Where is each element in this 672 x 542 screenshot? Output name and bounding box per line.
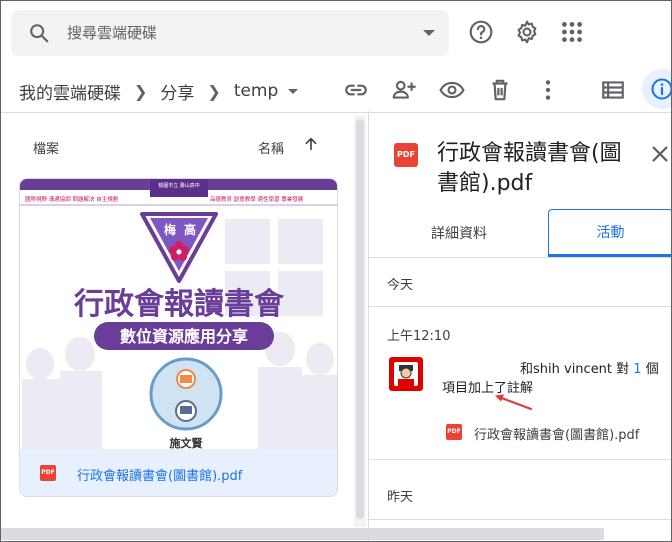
help-icon[interactable] bbox=[468, 19, 494, 45]
more-vert-icon[interactable] bbox=[535, 77, 561, 103]
activity-file-link[interactable]: 行政會報讀書會(圖書館).pdf bbox=[474, 424, 639, 443]
file-card-name[interactable]: 行政會報讀書會(圖書館).pdf bbox=[77, 465, 242, 484]
breadcrumb-current-folder[interactable]: temp bbox=[234, 81, 278, 101]
person-icon bbox=[398, 365, 414, 386]
search-icon[interactable] bbox=[28, 22, 50, 44]
thumbnail-banner-right: 品德教育 創意教學 適性學習 專業發展 bbox=[210, 195, 304, 203]
chevron-right-icon: ❯ bbox=[207, 81, 221, 101]
search-input[interactable] bbox=[67, 22, 397, 44]
section-yesterday: 昨天 bbox=[387, 490, 414, 505]
preview-eye-icon[interactable] bbox=[439, 77, 465, 103]
section-divider bbox=[369, 306, 671, 307]
pdf-file-icon: PDF bbox=[40, 465, 56, 481]
thumbnail-title: 行政會報讀書會 bbox=[73, 287, 285, 322]
thumbnail-logo-char-1: 梅 bbox=[164, 222, 176, 237]
thumbnail-subtitle: 數位資源應用分享 bbox=[120, 327, 248, 346]
horizontal-scrollbar[interactable] bbox=[1, 528, 604, 540]
add-person-icon[interactable] bbox=[391, 77, 417, 103]
left-pane-vertical-scrollbar[interactable] bbox=[354, 115, 366, 527]
thumbnail-logo-char-2: 高 bbox=[184, 222, 196, 237]
activity-file-pdf-icon: PDF bbox=[446, 424, 462, 440]
apps-grid-icon[interactable] bbox=[559, 19, 585, 45]
breadcrumb: 我的雲端硬碟 ❯ 分享 ❯ temp bbox=[19, 77, 299, 105]
search-bar[interactable] bbox=[11, 10, 449, 56]
activity-actor-text: 和shih vincent 對 1 個 bbox=[520, 358, 659, 377]
tabs-divider bbox=[369, 257, 671, 258]
info-icon bbox=[651, 78, 671, 100]
settings-icon[interactable] bbox=[514, 19, 540, 45]
thumbnail-school-tag: 桃園市立 壽山高中 bbox=[158, 182, 200, 189]
breadcrumb-my-drive[interactable]: 我的雲端硬碟 bbox=[19, 79, 121, 104]
details-panel-divider bbox=[368, 111, 369, 541]
column-header-name[interactable]: 名稱 bbox=[258, 138, 284, 157]
activity-time: 上午12:10 bbox=[387, 329, 451, 344]
breadcrumb-shared[interactable]: 分享 bbox=[160, 79, 194, 104]
annotation-arrow bbox=[495, 394, 533, 411]
thumbnail-presenter: 施文賢 bbox=[170, 436, 204, 449]
arrow-up-icon[interactable] bbox=[303, 136, 319, 152]
thumbnail-banner-left: 國際視野 溝通協調 問題解決 自主規劃 bbox=[25, 195, 119, 203]
info-toggle-button[interactable] bbox=[642, 69, 671, 109]
details-file-title: 行政會報讀書會(圖書館).pdf bbox=[437, 141, 622, 196]
close-icon[interactable] bbox=[649, 143, 671, 165]
avatar-image bbox=[394, 362, 418, 386]
activity-actor-suffix: 個 bbox=[641, 362, 659, 377]
section-today: 今天 bbox=[387, 278, 414, 293]
activity-item-count[interactable]: 1 bbox=[633, 362, 641, 377]
trash-icon[interactable] bbox=[487, 77, 513, 103]
tab-activity-label: 活動 bbox=[596, 225, 625, 241]
drive-window: 我的雲端硬碟 ❯ 分享 ❯ temp 檔案 名稱 bbox=[0, 0, 672, 542]
activity-actor-prefix: 和shih vincent 對 bbox=[520, 362, 634, 377]
folder-menu-chevron-icon[interactable] bbox=[288, 88, 299, 94]
column-header-file: 檔案 bbox=[33, 142, 60, 157]
details-pdf-icon: PDF bbox=[394, 143, 418, 167]
section-divider bbox=[369, 459, 671, 460]
chevron-right-icon: ❯ bbox=[134, 81, 148, 101]
scrollbar-thumb[interactable] bbox=[356, 119, 364, 519]
toolbar-divider bbox=[1, 112, 671, 113]
list-view-icon[interactable] bbox=[600, 77, 626, 103]
tab-details[interactable]: 詳細資料 bbox=[369, 209, 549, 257]
file-thumbnail: 桃園市立 壽山高中 國際視野 溝通協調 問題解決 自主規劃 品德教育 創意教學 … bbox=[20, 179, 337, 449]
avatar[interactable] bbox=[389, 357, 423, 391]
section-divider bbox=[369, 519, 671, 520]
tab-activity[interactable]: 活動 bbox=[548, 209, 671, 257]
tab-details-label: 詳細資料 bbox=[431, 226, 487, 242]
search-options-chevron-icon[interactable] bbox=[423, 30, 435, 36]
link-icon[interactable] bbox=[343, 77, 369, 103]
file-card[interactable]: 桃園市立 壽山高中 國際視野 溝通協調 問題解決 自主規劃 品德教育 創意教學 … bbox=[19, 178, 338, 497]
